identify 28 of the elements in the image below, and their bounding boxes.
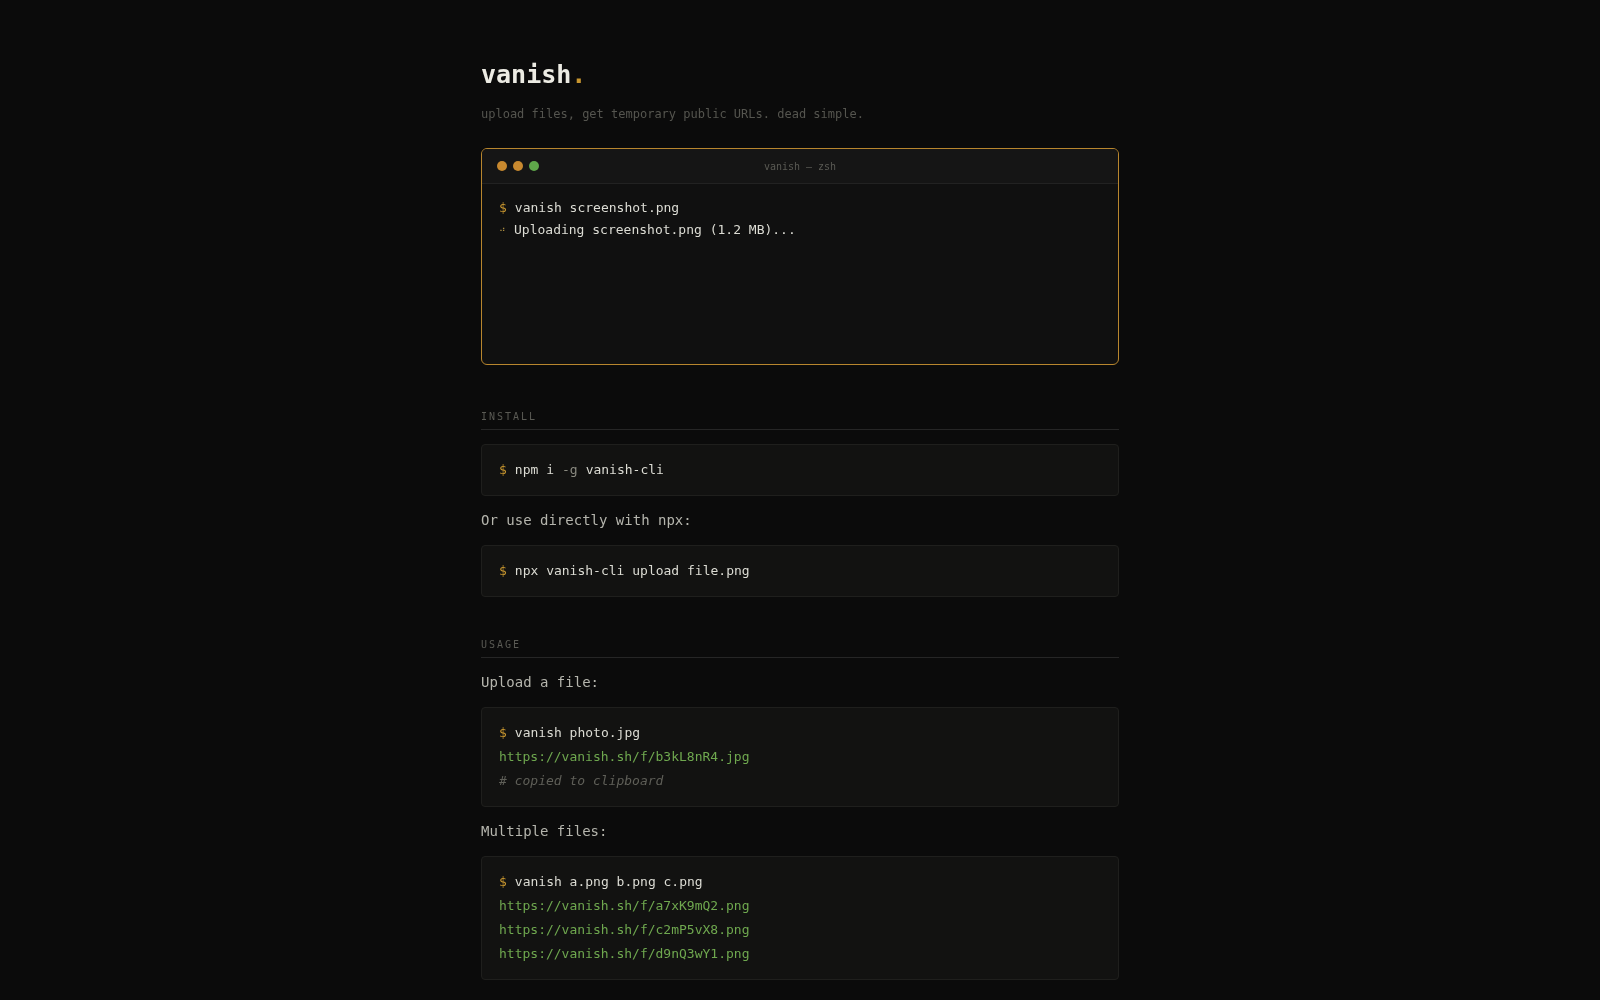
site-title: vanish — [481, 62, 572, 87]
command-text: vanish a.png b.png c.png — [514, 873, 703, 892]
prompt-symbol: $ — [499, 199, 507, 218]
command-text: vanish screenshot.png — [514, 199, 680, 218]
title-dot: . — [571, 62, 587, 87]
command-text: npm i — [514, 461, 554, 480]
url-output: https://vanish.sh/f/c2mP5vX8.png — [499, 921, 750, 940]
body-text: Multiple files: — [481, 822, 609, 841]
prompt-symbol: $ — [499, 873, 507, 892]
code-comment: # copied to clipboard — [499, 772, 664, 791]
tagline: upload files, get temporary public URLs. dead simple. — [481, 106, 865, 123]
url-output: https://vanish.sh/f/d9nQ3wY1.png — [499, 945, 750, 964]
option-text: -g — [561, 461, 578, 480]
output-text: Uploading screenshot.png (1.2 MB)... — [514, 221, 796, 240]
url-output: https://vanish.sh/f/a7xK9mQ2.png — [499, 897, 750, 916]
prompt-symbol: $ — [499, 724, 507, 743]
url-output: https://vanish.sh/f/b3kL8nR4.jpg — [499, 748, 750, 767]
prompt-symbol: $ — [499, 461, 507, 480]
command-text: vanish-cli — [585, 461, 664, 480]
body-text: Upload a file: — [481, 673, 600, 692]
section-heading: USAGE — [481, 638, 523, 652]
prompt-symbol: $ — [499, 562, 507, 581]
spinner-glyph: ⠴ — [499, 223, 506, 237]
command-text: vanish photo.jpg — [514, 724, 641, 743]
section-heading: INSTALL — [481, 410, 539, 424]
terminal-title: vanish — zsh — [763, 159, 837, 174]
body-text: Or use directly with npx: — [481, 511, 693, 530]
command-text: npx vanish-cli upload file.png — [514, 562, 750, 581]
